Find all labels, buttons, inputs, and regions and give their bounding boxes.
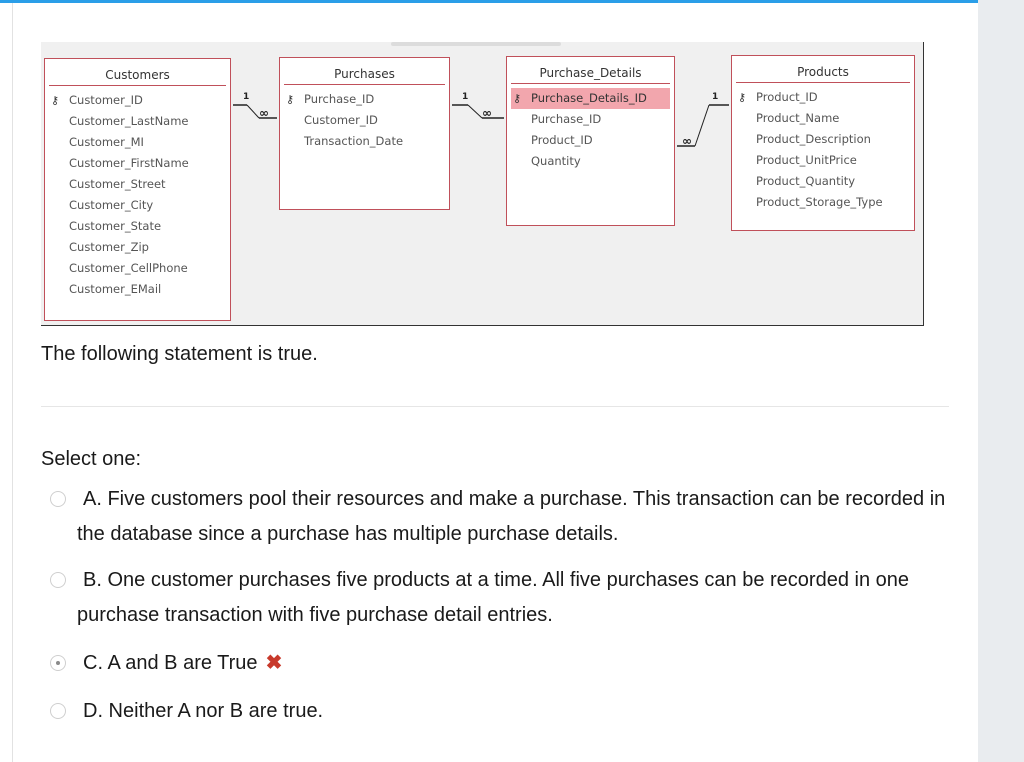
- content-left-border: [12, 3, 13, 762]
- table-products: Products ⚷ Product_ID Product_Name Produc…: [731, 55, 915, 231]
- table-field: Customer_MI: [69, 135, 144, 149]
- table-field: Product_Quantity: [756, 174, 856, 188]
- option-label: A. Five customers pool their resources a…: [77, 488, 946, 545]
- option-label: B. One customer purchases five products …: [77, 569, 909, 626]
- field-label: Purchase_ID: [304, 92, 375, 106]
- table-field: Customer_LastName: [69, 114, 189, 128]
- diagram-smudge: [391, 42, 561, 46]
- table-field: Product_Storage_Type: [756, 195, 883, 209]
- table-field: Product_ID: [531, 133, 593, 147]
- answer-option-d[interactable]: D. Neither A nor B are true.: [50, 694, 950, 729]
- answer-option-c[interactable]: C. A and B are True ✖: [50, 646, 950, 681]
- field-label: Purchase_Details_ID: [531, 91, 647, 105]
- table-field: Customer_Street: [69, 177, 166, 191]
- key-icon: ⚷: [513, 92, 522, 105]
- question-divider: [41, 406, 949, 407]
- table-field-selected: ⚷ Purchase_Details_ID: [511, 88, 670, 109]
- table-field: Customer_EMail: [69, 282, 162, 296]
- table-field: ⚷ Product_ID: [732, 87, 914, 108]
- relationship-one-label: 1: [712, 92, 719, 102]
- radio-button-selected[interactable]: [50, 655, 66, 671]
- relationship-one-label: 1: [243, 92, 250, 102]
- right-side-panel: [978, 0, 1024, 762]
- radio-button[interactable]: [50, 703, 66, 719]
- option-label: C. A and B are True: [83, 652, 258, 674]
- relationship-one-label: 1: [462, 92, 469, 102]
- relationships-diagram: Customers ⚷ Customer_ID Customer_LastName…: [41, 42, 924, 326]
- relationship-many-label: ∞: [259, 106, 269, 120]
- table-title: Purchases: [284, 58, 445, 85]
- relationship-many-label: ∞: [482, 106, 492, 120]
- table-field: Customer_FirstName: [69, 156, 189, 170]
- table-field: Product_Description: [756, 132, 871, 146]
- table-purchase-details: Purchase_Details ⚷ Purchase_Details_ID Pu…: [506, 56, 675, 226]
- option-label-wrapper: C. A and B are True ✖: [83, 646, 282, 681]
- key-icon: ⚷: [286, 93, 295, 106]
- table-field: Purchase_ID: [531, 112, 602, 126]
- incorrect-x-icon: ✖: [265, 652, 283, 674]
- table-field: ⚷ Purchase_ID: [280, 89, 449, 110]
- field-label: Customer_ID: [69, 93, 143, 107]
- answer-option-a[interactable]: A. Five customers pool their resources a…: [50, 482, 950, 552]
- relationship-many-label: ∞: [682, 134, 692, 148]
- table-field: Customer_City: [69, 198, 154, 212]
- radio-button[interactable]: [50, 572, 66, 588]
- table-field: Product_Name: [756, 111, 840, 125]
- option-label: D. Neither A nor B are true.: [83, 700, 324, 722]
- field-label: Product_ID: [756, 90, 818, 104]
- relationship-line-purchases-details: [452, 104, 504, 119]
- table-field: Quantity: [531, 154, 581, 168]
- table-title: Products: [736, 56, 910, 83]
- table-field: Transaction_Date: [304, 134, 404, 148]
- relationship-line-customers-purchases: [233, 104, 277, 119]
- key-icon: ⚷: [738, 91, 747, 104]
- table-title: Purchase_Details: [511, 57, 670, 84]
- table-field: Product_UnitPrice: [756, 153, 857, 167]
- table-field: Customer_Zip: [69, 240, 149, 254]
- table-customers: Customers ⚷ Customer_ID Customer_LastName…: [44, 58, 231, 321]
- table-field: Customer_CellPhone: [69, 261, 188, 275]
- table-field: Customer_State: [69, 219, 162, 233]
- table-field: Customer_ID: [304, 113, 378, 127]
- answer-option-b[interactable]: B. One customer purchases five products …: [50, 563, 950, 633]
- top-accent-bar: [0, 0, 978, 3]
- select-one-prompt: Select one:: [41, 448, 142, 470]
- table-title: Customers: [49, 59, 226, 86]
- table-purchases: Purchases ⚷ Purchase_ID Customer_ID Trans…: [279, 57, 450, 210]
- radio-button[interactable]: [50, 491, 66, 507]
- table-field: ⚷ Customer_ID: [45, 90, 230, 111]
- key-icon: ⚷: [51, 94, 60, 107]
- question-statement: The following statement is true.: [41, 343, 318, 365]
